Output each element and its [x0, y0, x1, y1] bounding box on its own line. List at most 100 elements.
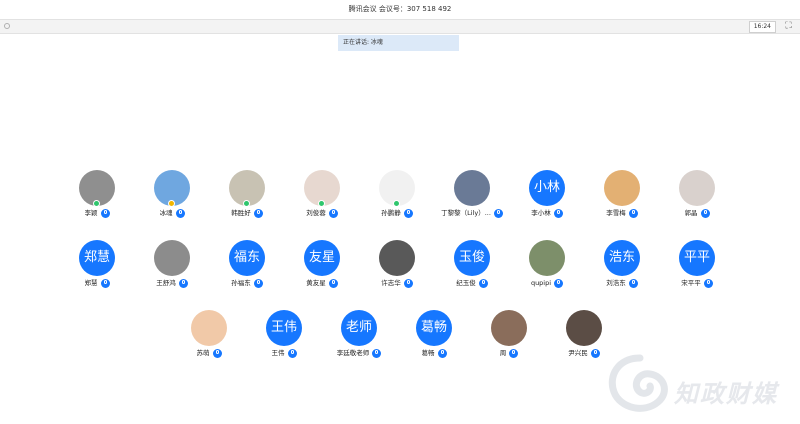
microphone-icon[interactable]	[328, 208, 338, 218]
microphone-icon[interactable]	[253, 278, 263, 288]
participant-name-line: qupipi	[510, 278, 584, 290]
participant-name: 宋平平	[681, 279, 701, 287]
participant-name: 李雪梅	[606, 209, 626, 217]
microphone-icon[interactable]	[509, 348, 519, 358]
participant-name: 冰魂	[159, 209, 173, 217]
participant-name-line: 葛畅	[397, 348, 471, 360]
participant-tile[interactable]: 许志华	[360, 240, 434, 298]
participant-name: 葛畅	[421, 349, 435, 357]
microphone-icon[interactable]	[703, 278, 713, 288]
watermark-swirl-icon	[608, 354, 668, 412]
participant-name: 苏萌	[196, 349, 210, 357]
participant-tile[interactable]: 王伟 王伟	[247, 310, 321, 368]
microphone-icon[interactable]	[437, 348, 447, 358]
participant-tile[interactable]: 丁黎黎（Lily）...	[435, 170, 509, 228]
participant-name-line: 李颖	[60, 208, 134, 220]
window-title: 腾讯会议 会议号：307 518 492	[0, 0, 800, 19]
participant-name: 周	[499, 349, 507, 357]
participant-tile[interactable]: 福东 孙福东	[210, 240, 284, 298]
participant-name-line: 孙福东	[210, 278, 284, 290]
participant-tile[interactable]: 郭晶	[660, 170, 734, 228]
microphone-icon[interactable]	[553, 208, 563, 218]
participant-tile[interactable]: 友星 黄友星	[285, 240, 359, 298]
participant-avatar: 葛畅	[416, 310, 452, 346]
participant-avatar	[529, 240, 565, 276]
meeting-toolbar: 16:24 ⛶	[0, 19, 800, 34]
participant-tile[interactable]: 王舒鸿	[135, 240, 209, 298]
fullscreen-icon[interactable]: ⛶	[783, 21, 794, 32]
participant-name: 刘俊蓉	[306, 209, 326, 217]
status-dot-icon[interactable]	[4, 23, 10, 29]
participant-name-line: 丁黎黎（Lily）...	[435, 208, 509, 220]
participant-tile[interactable]: 孙鹏静	[360, 170, 434, 228]
microphone-icon[interactable]	[100, 208, 110, 218]
meeting-clock: 16:24	[748, 21, 776, 33]
participant-avatar	[679, 170, 715, 206]
microphone-icon[interactable]	[628, 208, 638, 218]
participant-name-line: 郭晶	[660, 208, 734, 220]
participant-name-line: 苏萌	[172, 348, 246, 360]
participant-name-line: 宋平平	[660, 278, 734, 290]
participant-name-line: 冰魂	[135, 208, 209, 220]
microphone-icon[interactable]	[372, 348, 382, 358]
participant-tile[interactable]: 郑慧 郑慧	[60, 240, 134, 298]
watermark-logo: 知政财媒	[600, 352, 800, 420]
host-badge-icon	[93, 200, 100, 207]
participant-tile[interactable]: 老师李廷敬老师	[322, 310, 396, 368]
participant-tile[interactable]: 平平 宋平平	[660, 240, 734, 298]
participant-tile[interactable]: 浩东 刘浩东	[585, 240, 659, 298]
microphone-icon[interactable]	[403, 208, 413, 218]
microphone-icon[interactable]	[178, 278, 188, 288]
microphone-icon[interactable]	[253, 208, 263, 218]
participant-name-line: 刘浩东	[585, 278, 659, 290]
participant-tile[interactable]: 刘俊蓉	[285, 170, 359, 228]
participant-tile[interactable]: 李雪梅	[585, 170, 659, 228]
microphone-icon[interactable]	[590, 348, 600, 358]
participant-avatar: 郑慧	[79, 240, 115, 276]
participant-avatar: 老师	[341, 310, 377, 346]
participant-name: 王舒鸿	[156, 279, 176, 287]
microphone-icon[interactable]	[493, 208, 503, 218]
participant-name-line: 王伟	[247, 348, 321, 360]
participant-name: 李廷敬老师	[336, 349, 370, 357]
participant-avatar: 福东	[229, 240, 265, 276]
participant-tile[interactable]: 韩胜好	[210, 170, 284, 228]
participant-tile[interactable]: 葛畅 葛畅	[397, 310, 471, 368]
microphone-icon[interactable]	[212, 348, 222, 358]
host-badge-icon	[243, 200, 250, 207]
participant-name-line: 许志华	[360, 278, 434, 290]
microphone-icon[interactable]	[175, 208, 185, 218]
host-badge-icon	[318, 200, 325, 207]
participant-name: 韩胜好	[231, 209, 251, 217]
participant-name-line: 黄友星	[285, 278, 359, 290]
participant-name: 刘浩东	[606, 279, 626, 287]
participant-tile[interactable]: qupipi	[510, 240, 584, 298]
microphone-icon[interactable]	[100, 278, 110, 288]
watermark-text: 知政财媒	[674, 380, 778, 408]
participant-avatar: 浩东	[604, 240, 640, 276]
participant-tile[interactable]: 冰魂	[135, 170, 209, 228]
participant-avatar	[491, 310, 527, 346]
participant-tile[interactable]: 李颖	[60, 170, 134, 228]
microphone-icon[interactable]	[700, 208, 710, 218]
participant-tile[interactable]: 玉俊 纪玉俊	[435, 240, 509, 298]
participant-name-line: 李廷敬老师	[322, 348, 396, 360]
participant-tile[interactable]: 周	[472, 310, 546, 368]
microphone-icon[interactable]	[554, 278, 564, 288]
participant-avatar	[454, 170, 490, 206]
microphone-icon[interactable]	[403, 278, 413, 288]
microphone-icon[interactable]	[628, 278, 638, 288]
participant-avatar	[379, 240, 415, 276]
microphone-icon[interactable]	[328, 278, 338, 288]
participant-name: 孙鹏静	[381, 209, 401, 217]
participant-tile[interactable]: 苏萌	[172, 310, 246, 368]
participant-avatar: 小林	[529, 170, 565, 206]
participant-name: 郑慧	[84, 279, 98, 287]
participant-tile[interactable]: 小林 李小林	[510, 170, 584, 228]
participant-name: 王伟	[271, 349, 285, 357]
participant-avatar	[191, 310, 227, 346]
participant-avatar	[154, 240, 190, 276]
participant-avatar: 玉俊	[454, 240, 490, 276]
microphone-icon[interactable]	[478, 278, 488, 288]
microphone-icon[interactable]	[287, 348, 297, 358]
